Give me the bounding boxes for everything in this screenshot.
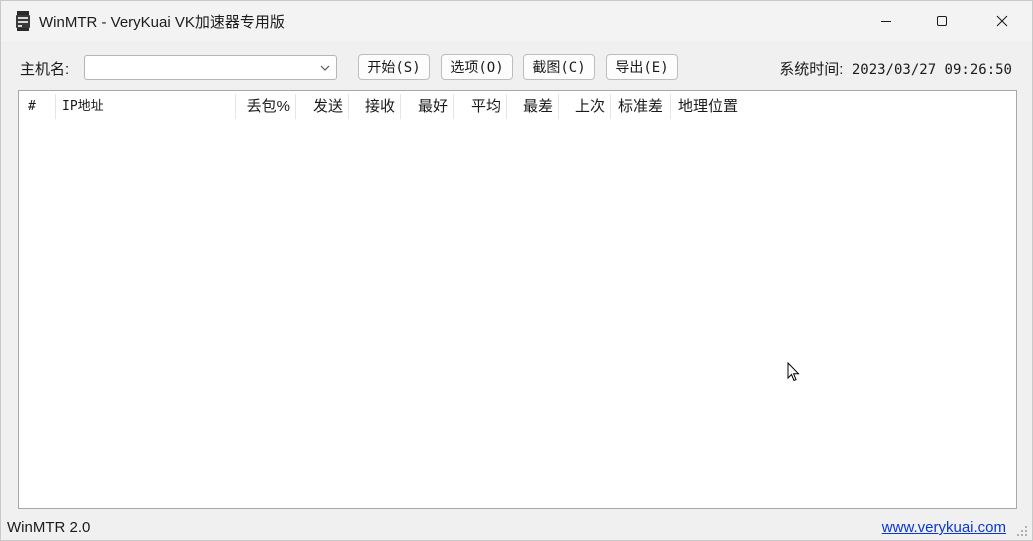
column-header-best[interactable]: 最好 (401, 91, 453, 122)
results-table[interactable]: # IP地址 丢包% 发送 接收 最好 平均 最差 上次 标准差 地理位置 (18, 90, 1017, 509)
column-header-loss[interactable]: 丢包% (236, 91, 295, 122)
table-body[interactable] (19, 122, 1016, 508)
status-bar: WinMTR 2.0 www.verykuai.com (1, 514, 1032, 540)
column-header-index[interactable]: # (23, 91, 53, 122)
version-label: WinMTR 2.0 (7, 519, 91, 536)
system-time: 系统时间: 2023/03/27 09:26:50 (779, 58, 1012, 79)
winmtr-app-icon (16, 11, 30, 31)
export-button[interactable]: 导出(E) (606, 54, 678, 80)
maximize-button[interactable] (919, 1, 965, 41)
column-header-stddev[interactable]: 标准差 (613, 91, 671, 122)
close-icon (996, 15, 1008, 27)
column-header-ip[interactable]: IP地址 (57, 91, 235, 122)
host-combobox[interactable] (84, 55, 337, 80)
start-button[interactable]: 开始(S) (358, 54, 430, 80)
column-header-average[interactable]: 平均 (454, 91, 506, 122)
column-header-worst[interactable]: 最差 (507, 91, 558, 122)
column-header-last[interactable]: 上次 (559, 91, 610, 122)
maximize-icon (937, 16, 947, 26)
table-header: # IP地址 丢包% 发送 接收 最好 平均 最差 上次 标准差 地理位置 (19, 91, 1016, 122)
window-title: WinMTR - VeryKuai VK加速器专用版 (39, 14, 285, 31)
column-header-received[interactable]: 接收 (349, 91, 400, 122)
host-label: 主机名: (20, 61, 70, 78)
options-button[interactable]: 选项(O) (441, 54, 513, 80)
close-button[interactable] (979, 1, 1025, 41)
title-bar[interactable]: WinMTR - VeryKuai VK加速器专用版 (1, 1, 1032, 41)
system-time-value: 2023/03/27 09:26:50 (851, 62, 1012, 78)
column-header-sent[interactable]: 发送 (296, 91, 348, 122)
website-link[interactable]: www.verykuai.com (882, 519, 1006, 536)
host-input[interactable] (87, 57, 307, 78)
minimize-button[interactable] (863, 1, 909, 41)
chevron-down-icon[interactable] (318, 61, 332, 75)
capture-button[interactable]: 截图(C) (523, 54, 595, 80)
column-header-location[interactable]: 地理位置 (673, 91, 873, 122)
resize-grip-icon[interactable] (1015, 524, 1029, 538)
minimize-icon (881, 21, 891, 22)
system-time-label: 系统时间: (779, 61, 844, 78)
mouse-cursor-icon (787, 362, 800, 382)
winmtr-window: WinMTR - VeryKuai VK加速器专用版 主机名: 开始(S) 选项… (0, 0, 1033, 541)
